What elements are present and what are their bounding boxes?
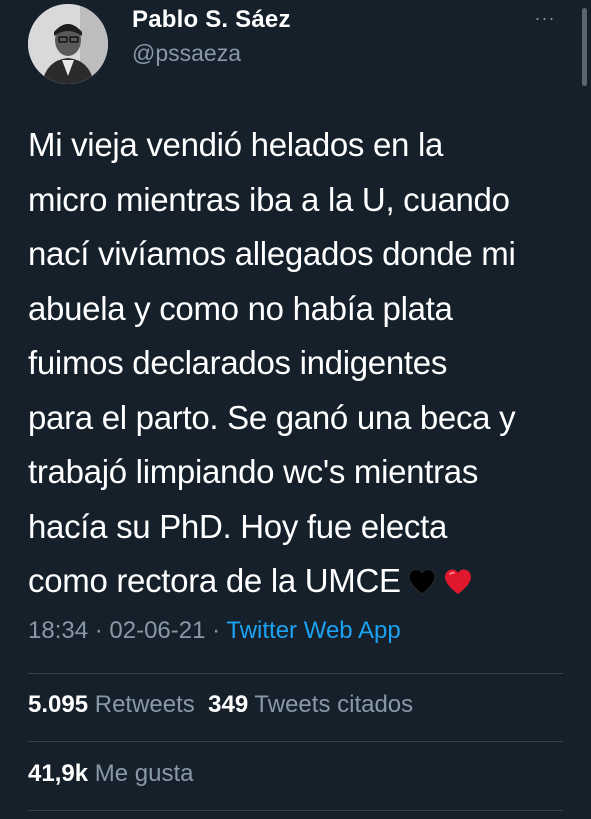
avatar[interactable] <box>28 4 108 84</box>
likes-count: 41,9k <box>28 760 89 787</box>
handle[interactable]: @pssaeza <box>132 40 241 67</box>
tweet-source-link[interactable]: Twitter Web App <box>226 617 400 644</box>
quotes-label: Tweets citados <box>254 691 414 718</box>
tweet-body: Mi vieja vendió helados en la micro mien… <box>28 126 516 599</box>
meta-separator: · <box>88 617 110 644</box>
scrollbar[interactable] <box>582 8 587 86</box>
meta-separator: · <box>205 617 227 644</box>
black-heart-icon <box>407 558 437 613</box>
more-options-button[interactable]: ··· <box>532 6 558 30</box>
retweets-link[interactable]: 5.095 Retweets <box>28 691 195 718</box>
tweet-time[interactable]: 18:34 <box>28 617 88 644</box>
divider <box>28 741 563 742</box>
retweets-label: Retweets <box>94 691 195 718</box>
avatar-photo <box>28 4 108 84</box>
divider <box>28 810 563 811</box>
quotes-count: 349 <box>208 691 249 718</box>
quote-tweets-link[interactable]: 349 Tweets citados <box>208 691 413 718</box>
tweet-meta: 18:34 · 02-06-21 · Twitter Web App <box>28 617 401 645</box>
display-name[interactable]: Pablo S. Sáez <box>132 6 291 34</box>
likes-label: Me gusta <box>94 760 194 787</box>
retweet-stats-row: 5.095 Retweets 349 Tweets citados <box>28 691 413 719</box>
tweet-date[interactable]: 02-06-21 <box>109 617 205 644</box>
tweet-text: Mi vieja vendió helados en la micro mien… <box>28 118 573 613</box>
tweet-detail-page: Pablo S. Sáez @pssaeza ··· Mi vieja vend… <box>0 0 591 819</box>
likes-link[interactable]: 41,9k Me gusta <box>28 760 193 787</box>
divider <box>28 673 563 674</box>
likes-stats-row: 41,9k Me gusta <box>28 760 193 788</box>
retweets-count: 5.095 <box>28 691 89 718</box>
red-heart-icon <box>443 558 473 613</box>
